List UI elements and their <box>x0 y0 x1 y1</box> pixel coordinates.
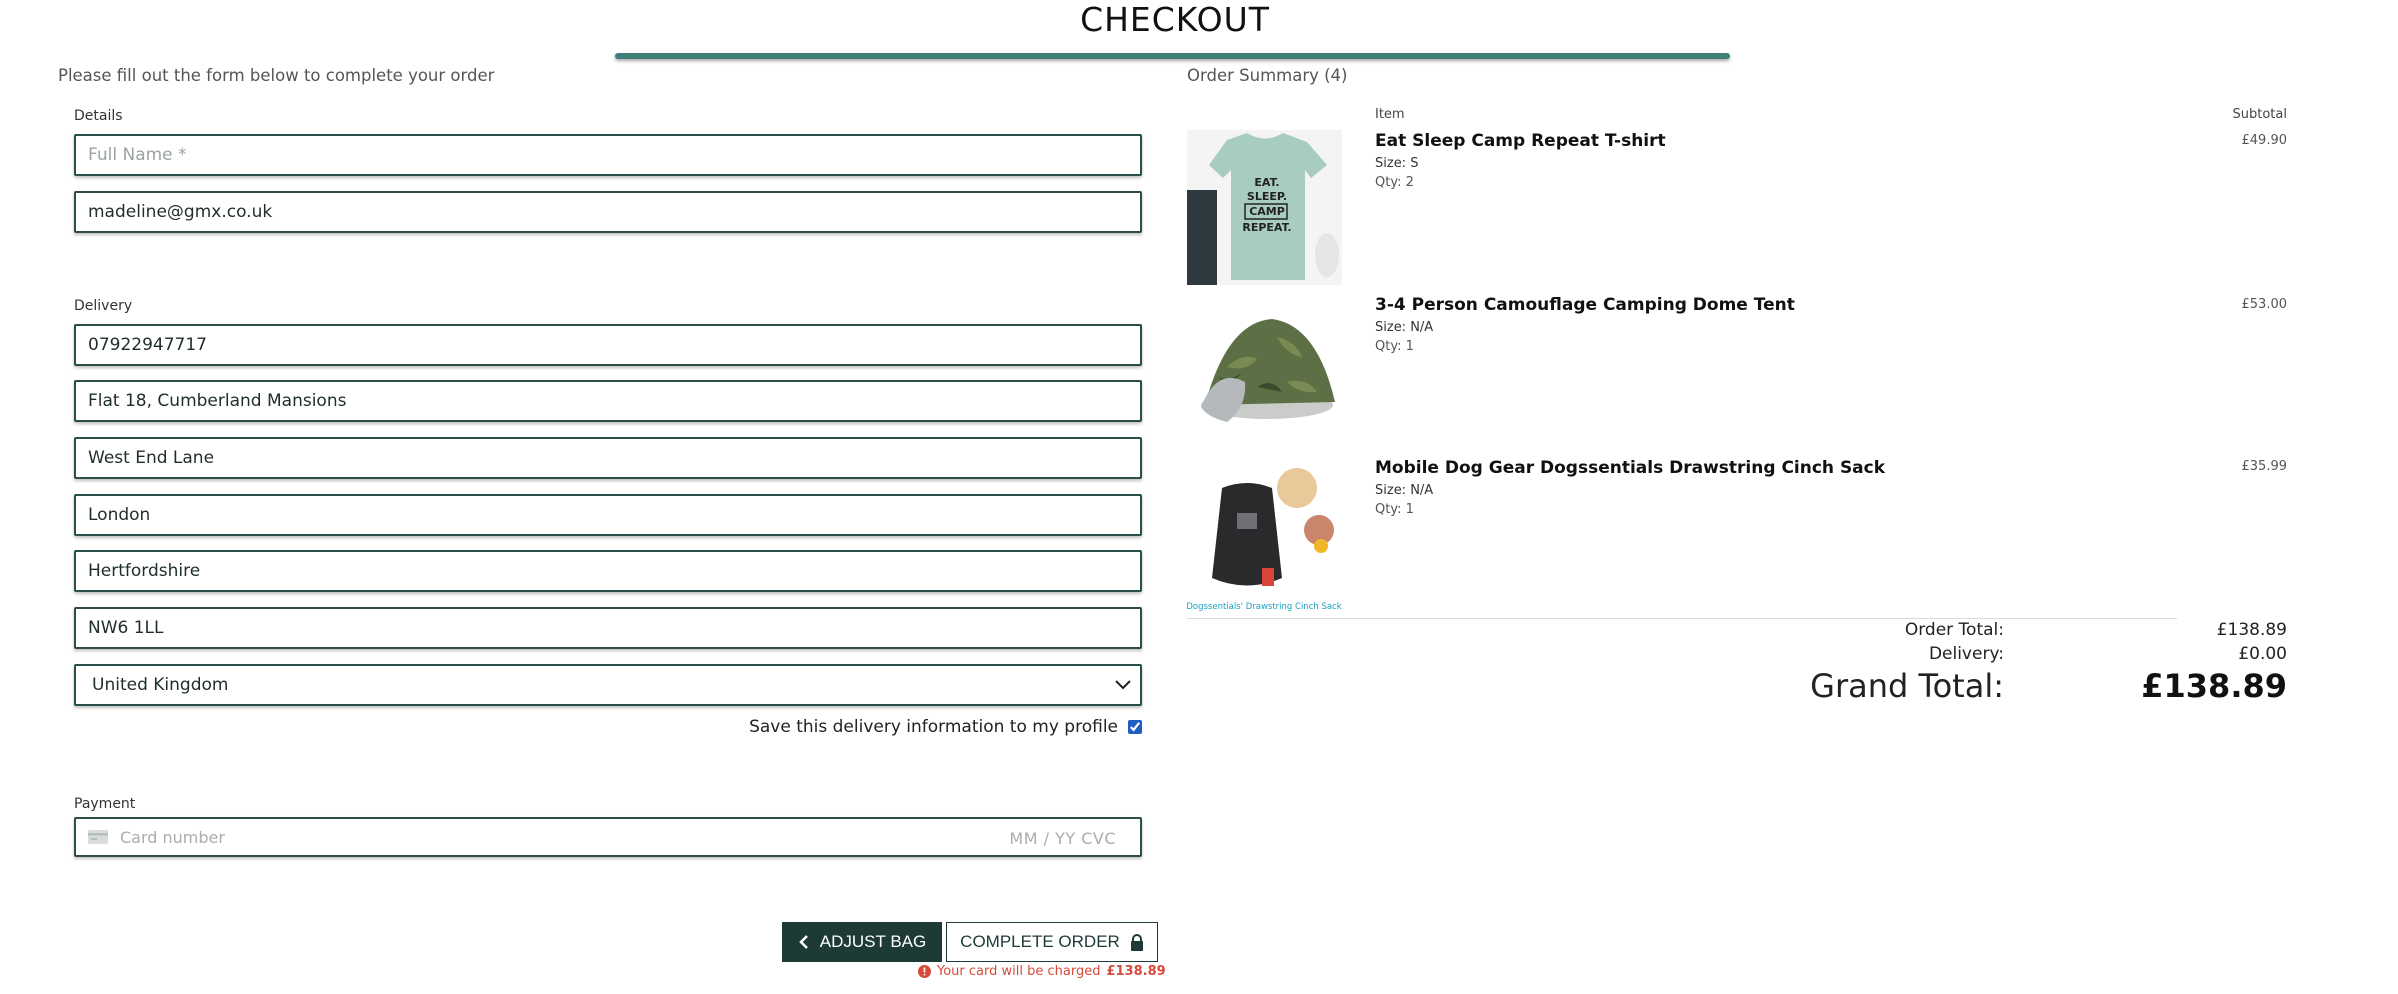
tshirt-print-line3: CAMP <box>1249 205 1285 218</box>
item-qty: Qty: 1 <box>1375 339 1414 354</box>
item-qty: Qty: 1 <box>1375 502 1414 517</box>
chevron-left-icon <box>799 935 808 949</box>
save-delivery-label: Save this delivery information to my pro… <box>749 717 1118 737</box>
form-intro: Please fill out the form below to comple… <box>58 66 495 85</box>
charge-note: Your card will be charged £138.89 <box>918 964 1166 979</box>
town-input[interactable]: London <box>74 494 1142 536</box>
item-subtotal: £53.00 <box>2241 297 2288 312</box>
grand-total-value: £138.89 <box>2141 667 2287 705</box>
subtotal-column-header: Subtotal <box>2232 107 2287 122</box>
complete-order-label: COMPLETE ORDER <box>960 932 1120 951</box>
email-input[interactable]: madeline@gmx.co.uk <box>74 191 1142 233</box>
country-select[interactable]: United Kingdom <box>74 664 1142 706</box>
order-summary-title: Order Summary (4) <box>1187 66 1348 85</box>
item-size: Size: S <box>1375 156 1419 171</box>
credit-card-icon <box>88 830 108 844</box>
order-total-label: Order Total: <box>1904 620 2004 640</box>
order-total-value: £138.89 <box>2216 620 2287 640</box>
phone-input[interactable]: 07922947717 <box>74 324 1142 366</box>
item-name: Mobile Dog Gear Dogssentials Drawstring … <box>1375 458 1886 478</box>
delivery-section-label: Delivery <box>74 298 133 314</box>
cinch-sack-product-image: Dogssentials' Drawstring Cinch Sack <box>1187 458 1342 613</box>
item-subtotal: £35.99 <box>2241 459 2288 474</box>
item-size: Size: N/A <box>1375 483 1434 498</box>
item-column-header: Item <box>1375 107 1405 122</box>
delivery-cost-value: £0.00 <box>2238 644 2287 664</box>
item-subtotal: £49.90 <box>2241 133 2288 148</box>
country-select-value: United Kingdom <box>92 675 229 695</box>
tshirt-print-line4: REPEAT. <box>1242 221 1291 234</box>
complete-order-button[interactable]: COMPLETE ORDER <box>946 922 1158 962</box>
alert-icon <box>918 965 931 978</box>
chevron-down-icon <box>1115 680 1131 690</box>
address-line1-input[interactable]: Flat 18, Cumberland Mansions <box>74 380 1142 422</box>
payment-section-label: Payment <box>74 796 136 812</box>
item-name: Eat Sleep Camp Repeat T-shirt <box>1375 131 1666 151</box>
adjust-bag-label: ADJUST BAG <box>819 932 927 951</box>
card-number-input[interactable]: Card number MM / YY CVC <box>74 817 1142 857</box>
county-input[interactable]: Hertfordshire <box>74 550 1142 592</box>
summary-divider <box>1187 618 2177 619</box>
item-qty: Qty: 2 <box>1375 175 1414 190</box>
tent-product-image <box>1187 297 1342 452</box>
card-number-placeholder: Card number <box>120 827 225 847</box>
full-name-input[interactable]: Full Name * <box>74 134 1142 176</box>
tshirt-print-line2: SLEEP. <box>1247 190 1287 203</box>
charge-note-text: Your card will be charged <box>937 964 1101 979</box>
item-size: Size: N/A <box>1375 320 1434 335</box>
tshirt-print-line1: EAT. <box>1254 176 1279 189</box>
details-section-label: Details <box>74 108 123 124</box>
cinch-sack-caption: Dogssentials' Drawstring Cinch Sack <box>1187 602 1342 612</box>
lock-icon <box>1130 933 1143 951</box>
save-delivery-row[interactable]: Save this delivery information to my pro… <box>749 717 1142 737</box>
delivery-cost-label: Delivery: <box>1928 644 2004 664</box>
title-divider <box>615 53 1730 59</box>
save-delivery-checkbox[interactable] <box>1128 720 1142 734</box>
adjust-bag-button[interactable]: ADJUST BAG <box>782 922 942 962</box>
grand-total-label: Grand Total: <box>1810 667 2004 705</box>
expiry-cvc-placeholder: MM / YY CVC <box>1009 829 1116 848</box>
charge-note-amount: £138.89 <box>1106 964 1166 979</box>
address-line2-input[interactable]: West End Lane <box>74 437 1142 479</box>
page-title: CHECKOUT <box>1080 0 1270 39</box>
tshirt-product-image: EAT. SLEEP. CAMP REPEAT. <box>1187 130 1342 285</box>
postcode-input[interactable]: NW6 1LL <box>74 607 1142 649</box>
item-name: 3-4 Person Camouflage Camping Dome Tent <box>1375 295 1795 315</box>
